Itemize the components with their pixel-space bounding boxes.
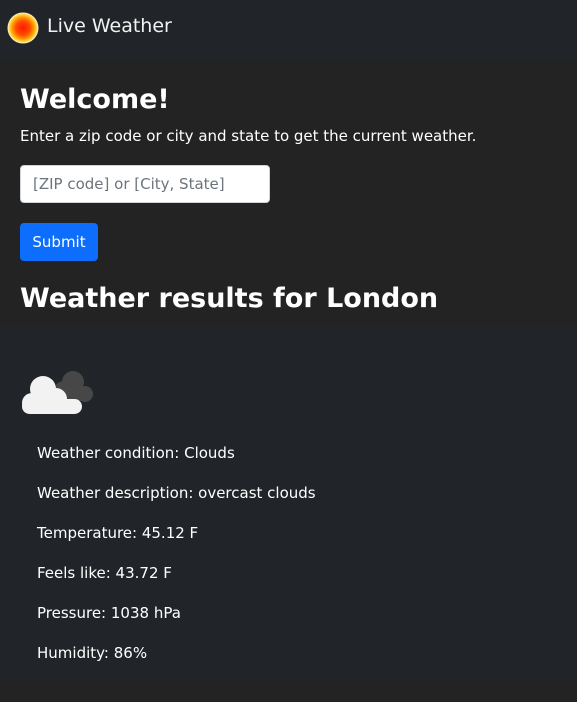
results-heading: Weather results for London <box>20 283 439 314</box>
temperature: Temperature: 45.12 F <box>37 524 199 542</box>
page-footer <box>0 681 577 702</box>
location-search-input[interactable] <box>20 165 270 203</box>
submit-button[interactable]: Submit <box>20 223 98 261</box>
weather-condition: Weather condition: Clouds <box>37 444 235 462</box>
sun-logo-icon <box>7 12 39 44</box>
humidity: Humidity: 86% <box>37 644 148 662</box>
navbar: Live Weather <box>0 0 577 61</box>
weather-description: Weather description: overcast clouds <box>37 484 316 502</box>
app-title[interactable]: Live Weather <box>47 13 172 39</box>
welcome-instructions: Enter a zip code or city and state to ge… <box>20 127 477 145</box>
welcome-heading: Welcome! <box>20 84 170 115</box>
pressure: Pressure: 1038 hPa <box>37 604 181 622</box>
feels-like: Feels like: 43.72 F <box>37 564 172 582</box>
cloud-icon <box>22 371 93 414</box>
